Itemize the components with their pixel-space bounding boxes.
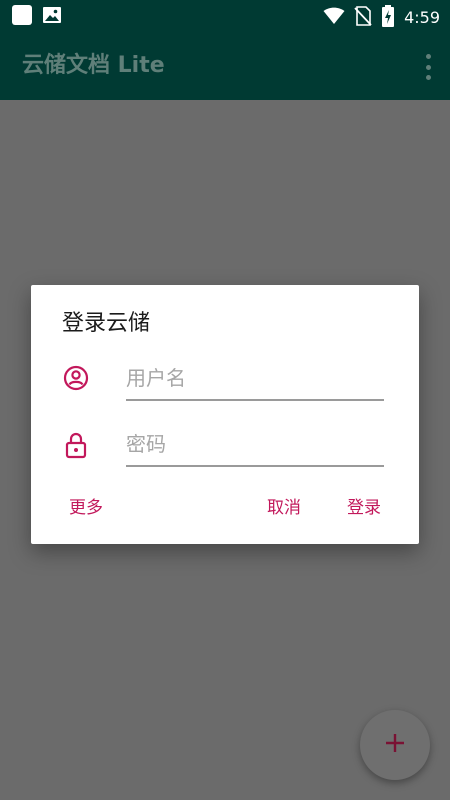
status-bar: 4:59 xyxy=(0,0,450,32)
app-screen: 4:59 云储文档 Lite 登录云储 用户名 更多 取消 登录 xyxy=(0,0,450,800)
app-bar: 云储文档 Lite xyxy=(0,32,450,100)
dialog-title: 登录云储 xyxy=(62,311,151,336)
wifi-icon xyxy=(323,7,345,29)
status-right-icons: 4:59 xyxy=(323,5,440,31)
overflow-menu-icon[interactable] xyxy=(424,54,432,80)
username-input[interactable] xyxy=(126,361,384,395)
plus-icon xyxy=(384,732,406,758)
password-input[interactable] xyxy=(126,427,384,461)
account-circle-icon xyxy=(63,365,89,393)
status-time: 4:59 xyxy=(404,8,440,27)
menu-dot xyxy=(425,64,431,70)
add-fab-button[interactable] xyxy=(360,710,430,780)
app-title: 云储文档 Lite xyxy=(22,53,165,78)
notification-square-icon xyxy=(12,5,32,25)
battery-charging-icon xyxy=(381,5,395,31)
more-button[interactable]: 更多 xyxy=(69,495,103,521)
menu-dot xyxy=(425,54,431,59)
no-sim-icon xyxy=(354,6,372,30)
login-dialog: 登录云储 更多 取消 登录 xyxy=(31,285,419,544)
status-left-icons xyxy=(12,5,62,29)
menu-dot xyxy=(425,75,431,80)
image-icon xyxy=(42,5,62,29)
login-button[interactable]: 登录 xyxy=(347,495,381,521)
lock-icon xyxy=(63,431,89,459)
username-field[interactable] xyxy=(126,361,384,401)
cancel-button[interactable]: 取消 xyxy=(267,495,301,521)
password-field[interactable] xyxy=(126,427,384,467)
